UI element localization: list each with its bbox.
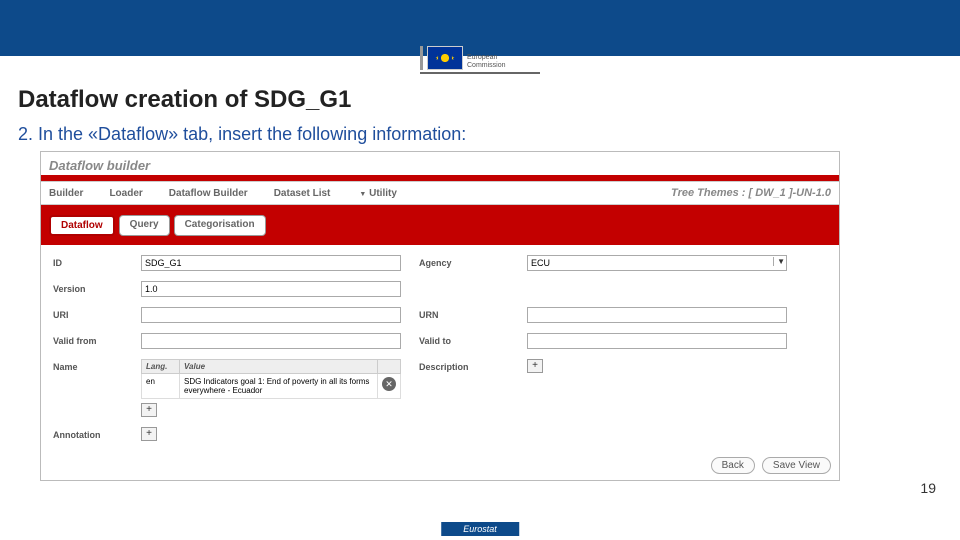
label-annotation: Annotation bbox=[53, 427, 123, 440]
ec-text-2: Commission bbox=[467, 62, 506, 70]
nav-utility[interactable]: ▼ Utility bbox=[356, 188, 397, 199]
tab-query-label: Query bbox=[130, 219, 159, 230]
nav-loader-label: Loader bbox=[109, 188, 142, 199]
back-button[interactable]: Back bbox=[711, 457, 755, 474]
label-uri: URI bbox=[53, 307, 123, 320]
tree-themes-label: Tree Themes : [ DW_1 ]-UN-1.0 bbox=[671, 187, 831, 199]
input-version[interactable] bbox=[141, 281, 401, 297]
tab-categorisation-label: Categorisation bbox=[185, 219, 255, 230]
form-grid: ID Agency ▼ Version URI URN Valid from V… bbox=[41, 245, 839, 453]
label-description: Description bbox=[419, 359, 509, 372]
label-agency: Agency bbox=[419, 255, 509, 268]
input-urn[interactable] bbox=[527, 307, 787, 323]
nav-dfbuilder-label: Dataflow Builder bbox=[169, 188, 248, 199]
panel-title: Dataflow builder bbox=[41, 152, 839, 175]
add-description-button[interactable]: + bbox=[527, 359, 543, 373]
tab-dataflow[interactable]: Dataflow bbox=[49, 215, 115, 236]
nav-builder-label: Builder bbox=[49, 188, 83, 199]
subtab-bar: Dataflow Query Categorisation bbox=[41, 205, 839, 245]
input-validto[interactable] bbox=[527, 333, 787, 349]
dropdown-arrow-icon: ▼ bbox=[773, 257, 785, 266]
footer-eurostat: Eurostat bbox=[441, 522, 519, 536]
dataflow-builder-panel: Dataflow builder Builder Loader Dataflow… bbox=[40, 151, 840, 481]
back-button-label: Back bbox=[722, 460, 744, 471]
page-number: 19 bbox=[920, 480, 936, 496]
ec-underline bbox=[420, 72, 540, 74]
name-col-lang: Lang. bbox=[142, 360, 180, 374]
add-annotation-button[interactable]: + bbox=[141, 427, 157, 441]
label-validfrom: Valid from bbox=[53, 333, 123, 346]
panel-footer-buttons: Back Save View bbox=[41, 453, 839, 480]
eu-flag-icon: ★ ★ ★ bbox=[427, 46, 463, 70]
name-row-value: SDG Indicators goal 1: End of poverty in… bbox=[180, 374, 378, 399]
name-row-lang: en bbox=[142, 374, 180, 399]
name-table: Lang. Value en SDG Indicators goal 1: En… bbox=[141, 359, 401, 399]
input-uri[interactable] bbox=[141, 307, 401, 323]
label-version: Version bbox=[53, 281, 123, 294]
label-id: ID bbox=[53, 255, 123, 268]
ec-text-1: European bbox=[467, 54, 506, 62]
slide-step-text: 2. In the «Dataflow» tab, insert the fol… bbox=[0, 118, 960, 151]
nav-dslist-label: Dataset List bbox=[274, 188, 331, 199]
label-urn: URN bbox=[419, 307, 509, 320]
save-view-label: Save View bbox=[773, 460, 820, 471]
input-validfrom[interactable] bbox=[141, 333, 401, 349]
delete-name-icon[interactable]: ✕ bbox=[382, 377, 396, 391]
tab-dataflow-label: Dataflow bbox=[61, 220, 103, 231]
tab-categorisation[interactable]: Categorisation bbox=[174, 215, 266, 236]
add-name-button[interactable]: + bbox=[141, 403, 157, 417]
chevron-down-icon: ▼ bbox=[359, 191, 366, 198]
name-row: en SDG Indicators goal 1: End of poverty… bbox=[142, 374, 401, 399]
tab-query[interactable]: Query bbox=[119, 215, 170, 236]
input-id[interactable] bbox=[141, 255, 401, 271]
select-agency[interactable] bbox=[527, 255, 787, 271]
ec-logo: ★ ★ ★ European Commission bbox=[420, 46, 540, 74]
save-view-button[interactable]: Save View bbox=[762, 457, 831, 474]
name-col-value: Value bbox=[180, 360, 378, 374]
nav-builder[interactable]: Builder bbox=[49, 188, 83, 199]
nav-utility-label: Utility bbox=[369, 188, 397, 199]
slide-header: ★ ★ ★ European Commission bbox=[0, 0, 960, 56]
nav-dataflow-builder[interactable]: Dataflow Builder bbox=[169, 188, 248, 199]
top-nav: Builder Loader Dataflow Builder Dataset … bbox=[41, 181, 839, 205]
label-validto: Valid to bbox=[419, 333, 509, 346]
nav-dataset-list[interactable]: Dataset List bbox=[274, 188, 331, 199]
nav-loader[interactable]: Loader bbox=[109, 188, 142, 199]
label-name: Name bbox=[53, 359, 123, 372]
